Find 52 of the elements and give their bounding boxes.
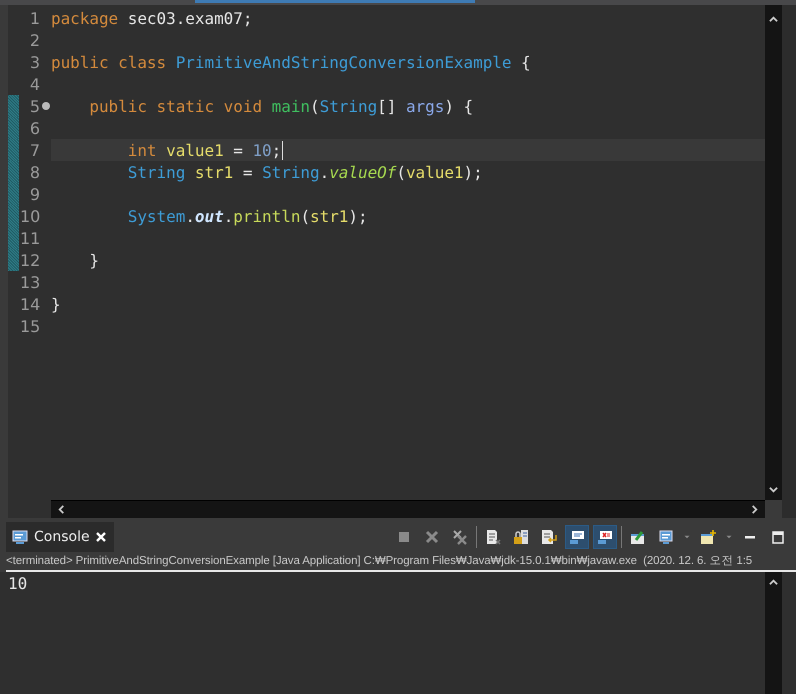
line-number: 15 [20, 316, 40, 336]
remove-icon[interactable] [424, 529, 440, 545]
lock-document-icon[interactable] [513, 529, 529, 545]
horizontal-scrollbar[interactable] [51, 500, 765, 518]
maximize-icon[interactable] [770, 529, 786, 545]
fold-icon[interactable] [42, 102, 50, 110]
console-output-line: 10 [8, 574, 28, 593]
console-tab[interactable]: Console [6, 522, 114, 552]
line-number: 5 [28, 96, 40, 116]
line-number: 12 [20, 250, 40, 270]
document-icon[interactable] [485, 529, 501, 545]
console-icon [12, 529, 28, 545]
scroll-down-icon[interactable] [769, 485, 778, 494]
document-arrow-icon[interactable] [541, 529, 557, 545]
scroll-up-icon[interactable] [769, 578, 778, 587]
line-number: 8 [28, 162, 40, 182]
new-console-icon[interactable] [700, 529, 716, 545]
line-number: 7 [28, 140, 40, 160]
scroll-right-icon[interactable] [750, 505, 759, 514]
line-number: 1 [28, 8, 40, 28]
code-line: package sec03.exam07; [51, 8, 252, 28]
console-error-icon[interactable] [597, 529, 613, 545]
toggle-button[interactable] [593, 525, 617, 549]
code-line: } [88, 250, 99, 270]
line-number: 11 [20, 228, 40, 248]
line-number: 10 [20, 206, 40, 226]
stop-icon[interactable] [396, 529, 412, 545]
remove-all-icon[interactable] [452, 529, 468, 545]
console-description: <terminated> PrimitiveAndStringConversionExample [Java Application] C:₩Program Files₩Java₩jdk-15.0.1₩bin₩javaw.exe (2020. 12. 6. 오전 1:5 [6, 552, 796, 572]
text-cursor [282, 140, 284, 160]
close-icon[interactable] [96, 532, 106, 542]
scroll-up-icon[interactable] [769, 15, 778, 24]
code-line: System.out.println(str1); [126, 206, 368, 226]
line-number: 3 [28, 52, 40, 72]
code-line: public static void main(String[] args) { [88, 96, 474, 116]
line-number: 14 [20, 294, 40, 314]
line-number: 4 [28, 74, 40, 94]
pin-icon[interactable] [630, 529, 646, 545]
toggle-button[interactable] [565, 525, 589, 549]
code-line: public class PrimitiveAndStringConversionExample { [51, 52, 531, 72]
line-number: 13 [20, 272, 40, 292]
vertical-scrollbar[interactable] [765, 572, 782, 694]
code-line: int value1 = 10; [126, 140, 282, 160]
code-line: } [51, 294, 61, 314]
scroll-left-icon[interactable] [57, 505, 66, 514]
line-number: 2 [28, 30, 40, 50]
line-number: 9 [28, 184, 40, 204]
line-number: 6 [28, 118, 40, 138]
console-output-icon[interactable] [569, 529, 585, 545]
vertical-scrollbar[interactable] [765, 5, 782, 500]
code-line: String str1 = String.valueOf(value1); [126, 162, 483, 182]
display-icon[interactable] [658, 529, 674, 545]
